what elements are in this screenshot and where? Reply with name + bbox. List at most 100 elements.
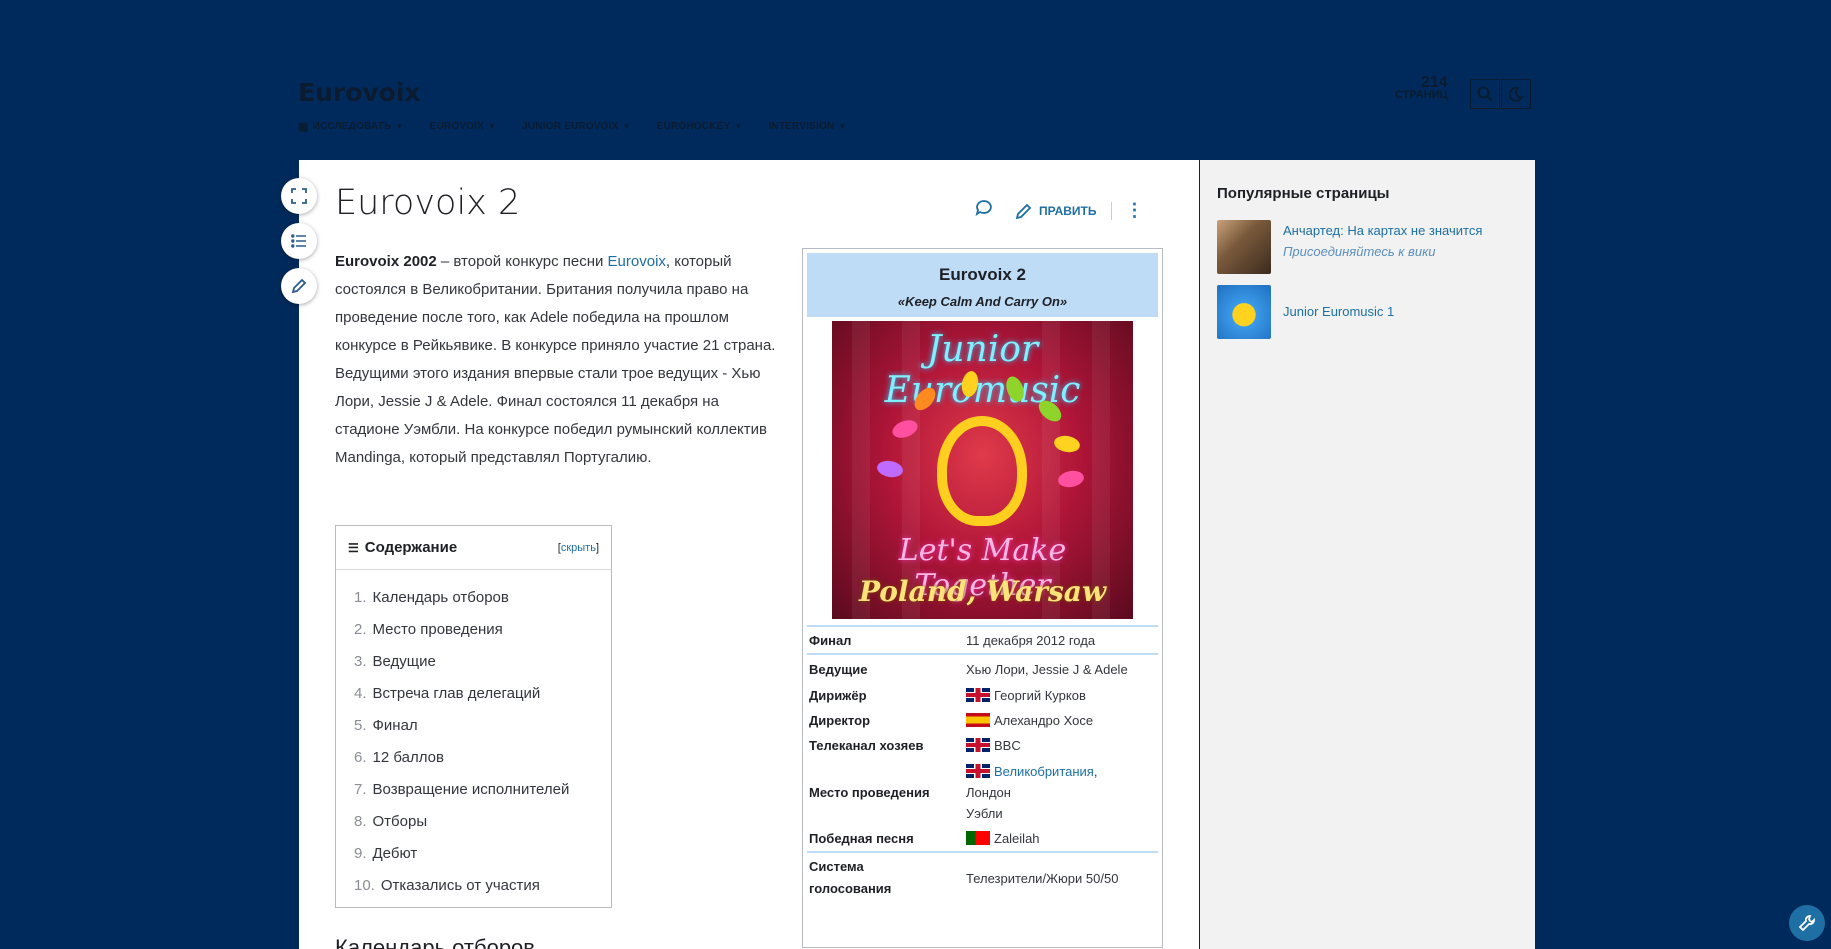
toc-item[interactable]: 1. Календарь отборов bbox=[336, 582, 611, 614]
fullscreen-button[interactable] bbox=[281, 178, 317, 214]
popular-page-item[interactable]: Junior Euromusic 1 bbox=[1217, 285, 1394, 339]
page-count-label: СТРАНИЦ bbox=[1395, 89, 1448, 101]
page-actions: ПРАВИТЬ ⋮ bbox=[975, 199, 1144, 222]
director-name: Алехандро Хосе bbox=[994, 713, 1094, 728]
edit-label: ПРАВИТЬ bbox=[1039, 203, 1097, 218]
toc-toggle: [скрыть] bbox=[558, 542, 599, 554]
row-value: Хью Лори, Jessie J & Adele bbox=[966, 661, 1128, 677]
search-icon bbox=[1477, 86, 1493, 102]
toc-number: 9. bbox=[354, 845, 367, 862]
infobox-row-hosts: Ведущие Хью Лори, Jessie J & Adele bbox=[807, 653, 1158, 683]
chevron-down-icon: ▼ bbox=[395, 122, 404, 131]
popular-pages-title: Популярные страницы bbox=[1217, 185, 1390, 202]
popular-page-subtitle[interactable]: Присоединяйтесь к вики bbox=[1283, 241, 1482, 262]
page-count-number: 214 bbox=[1420, 74, 1448, 91]
table-of-contents: ☰ Содержание [скрыть] 1. Календарь отборо… bbox=[335, 525, 612, 908]
toc-toggle-close: ] bbox=[595, 541, 599, 554]
toc-item[interactable]: 7. Возвращение исполнителей bbox=[336, 774, 611, 806]
edit-button[interactable]: ПРАВИТЬ bbox=[1015, 202, 1097, 220]
list-icon: ☰ bbox=[348, 540, 359, 555]
toc-button[interactable] bbox=[281, 223, 317, 259]
toc-label: Отборы bbox=[372, 813, 428, 830]
toc-number: 8. bbox=[354, 813, 367, 830]
spain-flag-icon bbox=[966, 713, 990, 727]
thumbnail-image bbox=[1217, 285, 1271, 339]
venue-country-link[interactable]: Великобритания bbox=[994, 764, 1094, 779]
row-label: Система голосования bbox=[807, 853, 966, 903]
nav-eurovoix-label: EUROVOIX bbox=[429, 121, 485, 132]
toc-label: Место проведения bbox=[372, 621, 503, 638]
expand-icon bbox=[291, 188, 307, 204]
page-title: Eurovoix 2 bbox=[335, 183, 521, 223]
nav-eurovoix[interactable]: EUROVOIX ▼ bbox=[430, 120, 497, 133]
infobox-row-conductor: Дирижёр Георгий Курков bbox=[807, 683, 1158, 708]
sun-face-shape bbox=[937, 416, 1027, 526]
explore-icon: ▦ bbox=[298, 121, 309, 133]
toc-number: 5. bbox=[354, 717, 367, 734]
intro-bold: Eurovoix 2002 bbox=[335, 253, 437, 270]
toc-item[interactable]: 5. Финал bbox=[336, 710, 611, 742]
infobox-row-voting: Система голосования Телезрители/Жюри 50/… bbox=[807, 851, 1158, 903]
toc-label: Финал bbox=[372, 717, 418, 734]
toc-item[interactable]: 6. 12 баллов bbox=[336, 742, 611, 774]
nav-eurohockey[interactable]: EUROHOCKEY ▼ bbox=[657, 120, 743, 133]
more-options-icon[interactable]: ⋮ bbox=[1126, 200, 1144, 221]
chevron-down-icon: ▼ bbox=[838, 122, 847, 131]
nav-intervision-label: INTERVISION bbox=[768, 121, 835, 132]
toc-title-label: Содержание bbox=[364, 539, 458, 556]
toc-number: 2. bbox=[354, 621, 367, 638]
theme-toggle-button[interactable] bbox=[1501, 79, 1531, 109]
toc-number: 7. bbox=[354, 781, 367, 798]
popular-page-title[interactable]: Анчартед: На картах не значится bbox=[1283, 220, 1482, 241]
chevron-down-icon: ▼ bbox=[622, 122, 631, 131]
infobox-slogan: «Keep Calm And Carry On» bbox=[897, 294, 1068, 309]
toc-item[interactable]: 8. Отборы bbox=[336, 806, 611, 838]
row-label: Место проведения bbox=[809, 784, 930, 800]
row-value: Великобритания, Лондон Уэбли bbox=[966, 758, 1158, 826]
toc-label: 12 баллов bbox=[372, 749, 444, 766]
nav-junior-eurovoix-label: JUNIOR EUROVOIX bbox=[522, 121, 619, 132]
row-value: Георгий Курков bbox=[966, 683, 1158, 708]
right-rail bbox=[1200, 160, 1535, 949]
logo-text-bottom: Poland, Warsaw bbox=[858, 575, 1107, 608]
tools-button[interactable] bbox=[1789, 905, 1825, 941]
row-value: BBC bbox=[966, 733, 1158, 758]
toc-item[interactable]: 3. Ведущие bbox=[336, 646, 611, 678]
popular-page-title[interactable]: Junior Euromusic 1 bbox=[1283, 301, 1394, 322]
uk-flag-icon bbox=[966, 738, 990, 752]
toc-title: ☰ Содержание bbox=[348, 539, 457, 556]
intro-text-1: – второй конкурс песни bbox=[436, 253, 608, 270]
uk-flag-icon bbox=[966, 763, 990, 778]
toc-item[interactable]: 4. Встреча глав делегаций bbox=[336, 678, 611, 710]
nav-junior-eurovoix[interactable]: JUNIOR EUROVOIX ▼ bbox=[522, 120, 630, 133]
toc-number: 4. bbox=[354, 685, 367, 702]
row-label: Победная песня bbox=[809, 831, 914, 846]
toc-header: ☰ Содержание [скрыть] bbox=[336, 526, 611, 570]
row-label: Финал bbox=[809, 632, 852, 648]
nav-eurohockey-label: EUROHOCKEY bbox=[656, 121, 731, 132]
voting-label-line2: голосования bbox=[809, 881, 892, 896]
infobox-row-broadcaster: Телеканал хозяев BBC bbox=[807, 733, 1158, 758]
toc-label: Дебют bbox=[372, 845, 418, 862]
row-value: Zaleilah bbox=[966, 826, 1158, 851]
infobox-row-final: Финал 11 декабря 2012 года bbox=[807, 625, 1158, 653]
comment-button[interactable] bbox=[975, 199, 993, 222]
intro-link[interactable]: Eurovoix bbox=[608, 253, 666, 270]
page-count: 214 СТРАНИЦ bbox=[1395, 74, 1448, 102]
main-nav: ▦ ИССЛЕДОВАТЬ ▼ EUROVOIX ▼ JUNIOR EUROVO… bbox=[298, 120, 873, 133]
infobox-rows: Финал 11 декабря 2012 года Ведущие Хью Л… bbox=[807, 625, 1158, 903]
row-value: Телезрители/Жюри 50/50 bbox=[966, 870, 1119, 886]
toc-number: 3. bbox=[354, 653, 367, 670]
broadcaster-name: BBC bbox=[994, 738, 1021, 753]
toc-hide-link[interactable]: скрыть bbox=[561, 542, 596, 554]
nav-explore[interactable]: ▦ ИССЛЕДОВАТЬ ▼ bbox=[298, 120, 404, 133]
popular-page-item[interactable]: Анчартед: На картах не значится Присоеди… bbox=[1217, 220, 1482, 274]
toc-item[interactable]: 2. Место проведения bbox=[336, 614, 611, 646]
toc-item[interactable]: 9. Дебют bbox=[336, 838, 611, 870]
nav-intervision[interactable]: INTERVISION ▼ bbox=[768, 120, 846, 133]
edit-side-button[interactable] bbox=[281, 268, 317, 304]
toc-label: Календарь отборов bbox=[372, 589, 509, 606]
site-title[interactable]: Eurovoix bbox=[298, 78, 421, 107]
toc-item[interactable]: 10. Отказались от участия bbox=[336, 870, 611, 902]
search-button[interactable] bbox=[1470, 79, 1500, 109]
